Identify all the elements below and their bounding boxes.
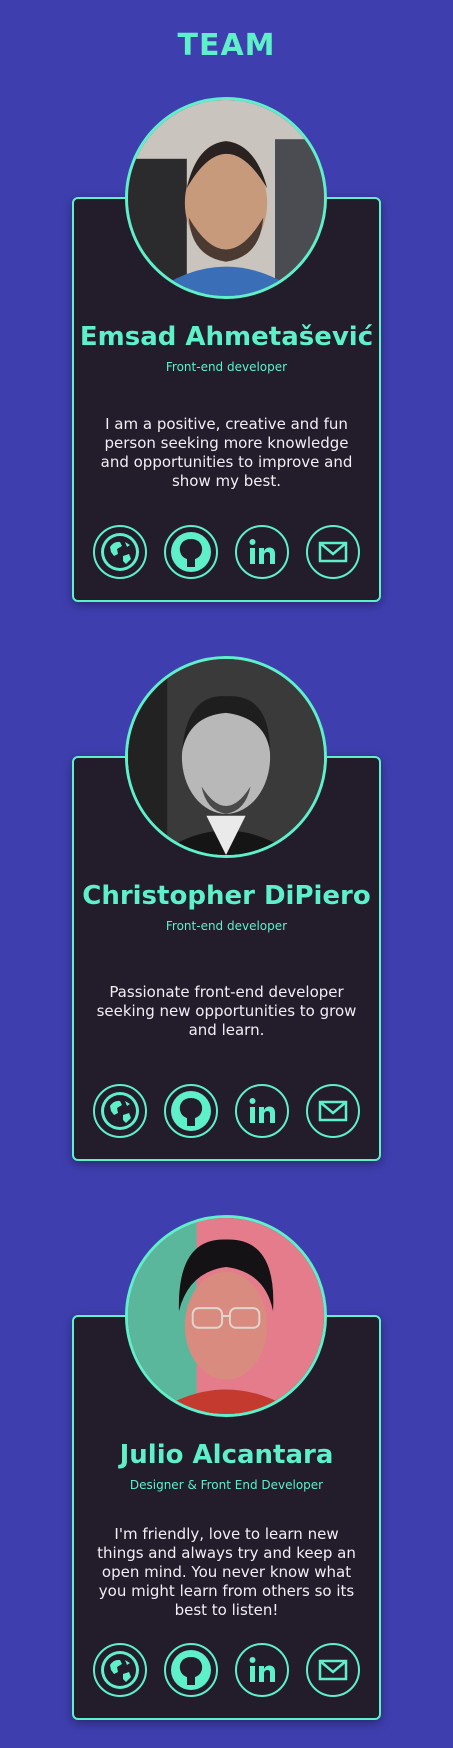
member-name: Julio Alcantara <box>119 1440 334 1470</box>
social-links <box>93 1084 360 1140</box>
team-member-card: Emsad Ahmetašević Front-end developer I … <box>0 97 453 617</box>
member-role: Front-end developer <box>165 919 288 933</box>
page-title: TEAM <box>177 28 276 63</box>
github-icon <box>171 1091 211 1131</box>
globe-icon <box>101 1651 139 1689</box>
mail-icon <box>318 541 348 563</box>
github-link[interactable] <box>164 525 218 579</box>
avatar <box>125 97 327 299</box>
email-link[interactable] <box>306 525 360 579</box>
globe-icon <box>101 1092 139 1130</box>
member-bio: Passionate front-end developer seeking n… <box>96 983 357 1039</box>
linkedin-icon <box>249 539 275 564</box>
github-link[interactable] <box>164 1643 218 1697</box>
social-links <box>93 525 360 581</box>
globe-icon <box>101 533 139 571</box>
mail-icon <box>318 1100 348 1122</box>
member-bio: I'm friendly, love to learn new things a… <box>97 1525 356 1619</box>
website-link[interactable] <box>93 525 147 579</box>
github-icon <box>171 1650 211 1690</box>
linkedin-link[interactable] <box>235 1084 289 1138</box>
github-icon <box>171 532 211 572</box>
linkedin-link[interactable] <box>235 525 289 579</box>
member-name: Christopher DiPiero <box>82 881 371 911</box>
member-role: Front-end developer <box>165 360 288 374</box>
avatar <box>125 1215 327 1417</box>
linkedin-icon <box>249 1098 275 1123</box>
member-role: Designer & Front End Developer <box>129 1478 324 1492</box>
linkedin-link[interactable] <box>235 1643 289 1697</box>
email-link[interactable] <box>306 1643 360 1697</box>
email-link[interactable] <box>306 1084 360 1138</box>
social-links <box>93 1643 360 1699</box>
website-link[interactable] <box>93 1084 147 1138</box>
github-link[interactable] <box>164 1084 218 1138</box>
linkedin-icon <box>249 1657 275 1682</box>
member-bio: I am a positive, creative and fun person… <box>100 415 353 490</box>
team-member-card: Julio Alcantara Designer & Front End Dev… <box>0 1215 453 1735</box>
team-member-card: Christopher DiPiero Front-end developer … <box>0 656 453 1176</box>
avatar <box>125 656 327 858</box>
website-link[interactable] <box>93 1643 147 1697</box>
member-name: Emsad Ahmetašević <box>79 322 374 352</box>
mail-icon <box>318 1659 348 1681</box>
